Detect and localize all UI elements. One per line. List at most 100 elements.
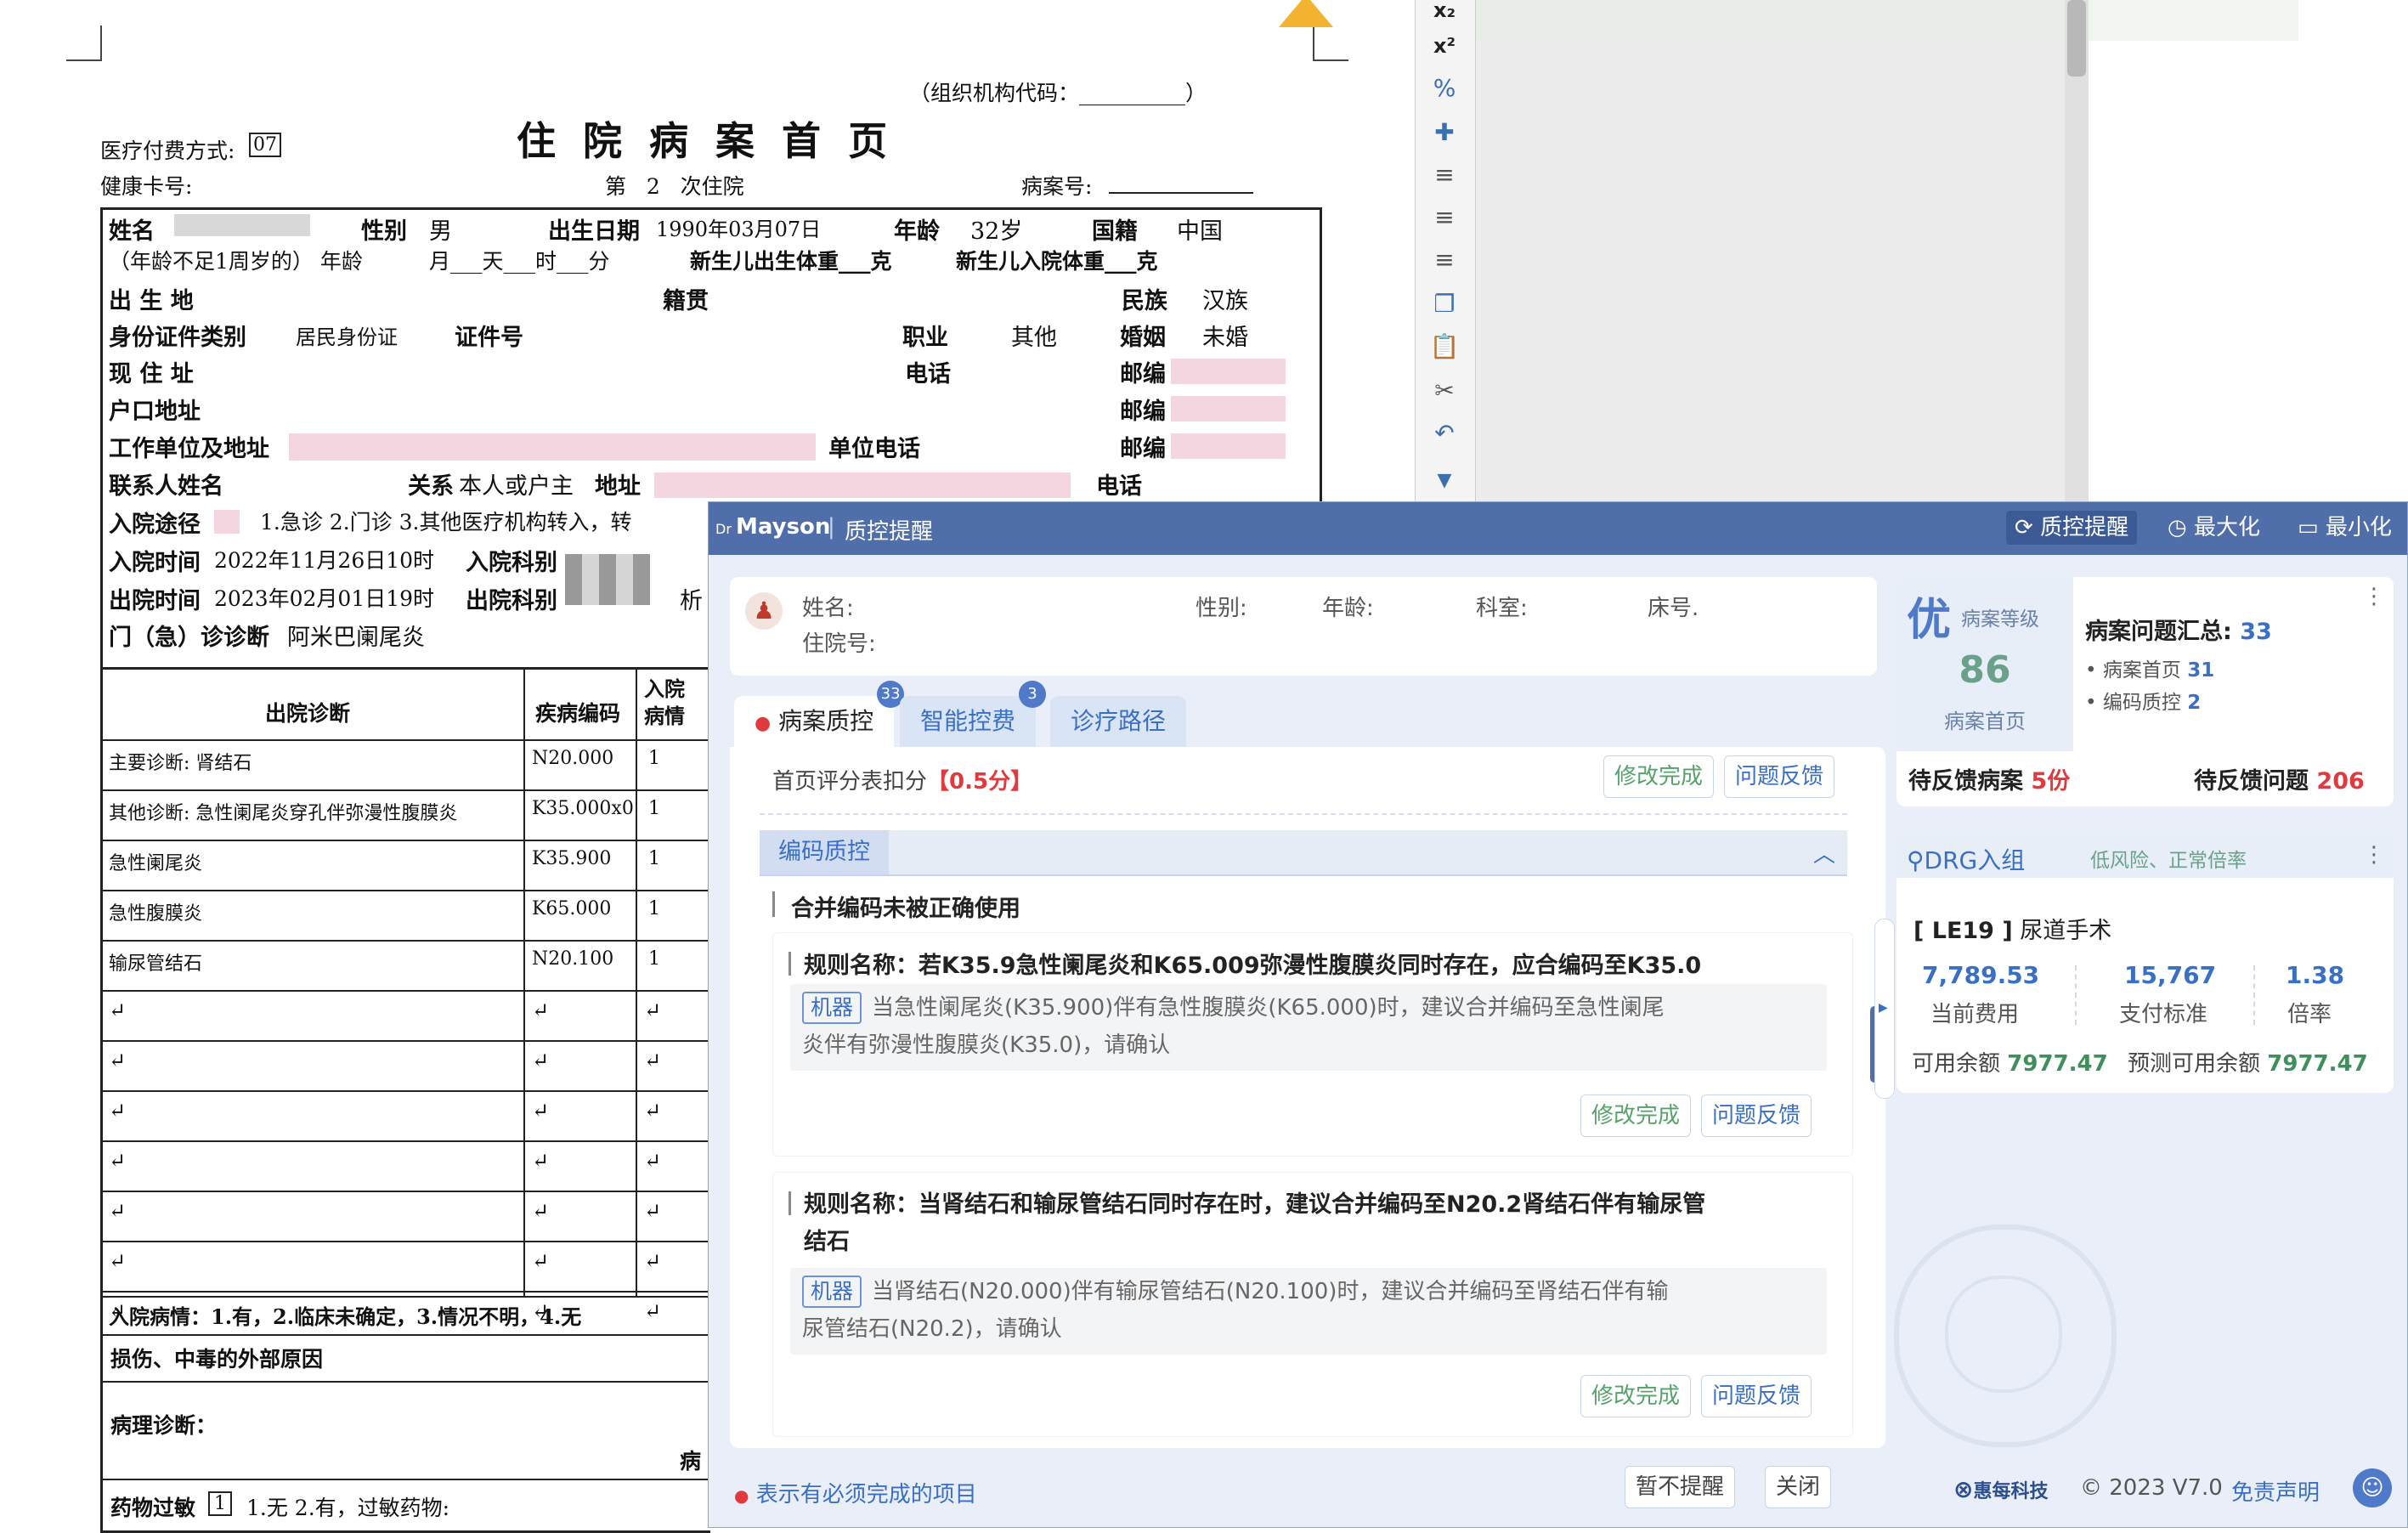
drg-standard: 15,767 — [2124, 961, 2217, 989]
drg-card: ⚲DRG入组 低风险、正常倍率 ⋮ [ LE19 ] 尿道手术 7,789.53… — [1896, 834, 2394, 1093]
tab-clinical-path[interactable]: 诊疗路径 — [1050, 696, 1187, 747]
admission-count: 第 2 次住院 — [605, 174, 744, 199]
caret-right-icon: ▶ — [1879, 1001, 1888, 1015]
diagnosis-name: 输尿管结石 — [109, 953, 203, 975]
paste-icon[interactable]: 📋 — [1429, 331, 1460, 362]
drg-risk-tag: 低风险、正常倍率 — [2090, 850, 2247, 872]
wheelchair-watermark-inner — [1945, 1276, 2062, 1393]
close-button[interactable]: 关闭 — [1765, 1466, 1832, 1508]
empty-cell: ↵ — [644, 1299, 662, 1323]
table-row: 急性阑尾炎 K35.900 1 — [100, 840, 708, 890]
arrow-down-icon[interactable]: ▼ — [1429, 466, 1460, 496]
qc-panel: Dr Mayson | 质控提醒 ⟳ 质控提醒 ◷ 最大化 ▭ 最小化 ♟ 姓名… — [708, 501, 2408, 1528]
table-row: 其他诊断: 急性阑尾炎穿孔伴弥漫性腹膜炎 K35.000x0 1 — [100, 789, 708, 840]
more-icon[interactable]: ⋮ — [2363, 842, 2385, 868]
pathology-label: 病理诊断： — [110, 1413, 218, 1438]
summary-item: • 编码质控 2 — [2085, 692, 2202, 714]
diagnosis-code: N20.000 — [532, 748, 614, 769]
undo-icon[interactable]: ↶ — [1429, 418, 1460, 449]
infant-age-units: 月___天___时___分 — [429, 249, 610, 274]
divider — [760, 813, 1847, 815]
feedback-button[interactable]: 问题反馈 — [1701, 1375, 1812, 1417]
diagnosis-code: N20.100 — [532, 948, 614, 970]
patient-dept-label: 科室: — [1476, 596, 1528, 621]
rule-title: 规则名称：若K35.9急性阑尾炎和K65.009弥漫性腹膜炎同时存在，应合编码至… — [804, 953, 1702, 979]
contact-phone-label: 电话 — [1096, 473, 1142, 500]
newborn-birth-weight: 新生儿出生体重___克 — [690, 249, 892, 274]
warning-icon[interactable] — [1279, 0, 1333, 27]
superscript-icon[interactable]: x² — [1429, 31, 1460, 61]
table-row: ↵ ↵ ↵ — [100, 990, 708, 1040]
ethnicity-value: 汉族 — [1202, 288, 1248, 314]
section-header[interactable]: 编码质控 ︿ — [760, 830, 1847, 876]
align-right-icon[interactable]: ≡ — [1429, 245, 1460, 275]
admit-route-box — [214, 510, 240, 534]
machine-tag: 机器 — [802, 1276, 862, 1308]
injury-label: 损伤、中毒的外部原因 — [110, 1347, 324, 1372]
modify-done-button[interactable]: 修改完成 — [1603, 755, 1715, 798]
percent-icon[interactable]: % — [1429, 73, 1460, 104]
drg-icon: ⚲ — [1907, 846, 1925, 874]
admit-dept-label: 入院科别 — [466, 550, 557, 576]
table-line — [100, 1479, 708, 1480]
drg-standard-label: 支付标准 — [2119, 1002, 2208, 1027]
marital-value: 未婚 — [1202, 325, 1248, 351]
modify-done-button[interactable]: 修改完成 — [1580, 1375, 1692, 1417]
admit-condition: 1 — [648, 948, 660, 970]
drg-ratio-label: 倍率 — [2287, 1002, 2332, 1027]
title-separator: | — [828, 514, 835, 540]
align-center-icon[interactable]: ≡ — [1429, 202, 1460, 233]
quality-score-label: 病案首页 — [1944, 710, 2026, 733]
id-type-value: 居民身份证 — [296, 325, 398, 349]
work-label: 工作单位及地址 — [109, 436, 269, 462]
minimize-button[interactable]: ▭ 最小化 — [2289, 511, 2400, 545]
snooze-button[interactable]: 暂不提醒 — [1625, 1466, 1736, 1508]
admit-condition: 1 — [648, 748, 660, 769]
empty-cell: ↵ — [109, 1049, 127, 1072]
quality-card: 优 病案等级 86 病案首页 病案问题汇总: 33 • 病案首页 31 • 编码… — [1896, 577, 2394, 806]
editor-scrollbar-thumb[interactable] — [2067, 0, 2086, 76]
cut-icon[interactable]: ✂ — [1429, 376, 1460, 406]
align-left-icon[interactable]: ≡ — [1429, 160, 1460, 190]
discharge-time-value: 2023年02月01日19时 — [214, 586, 435, 611]
table-row: 急性腹膜炎 K65.000 1 — [100, 890, 708, 940]
required-icon: ● — [755, 713, 772, 734]
redacted-postcode-2 — [1171, 396, 1286, 421]
more-icon[interactable]: ⋮ — [2363, 584, 2385, 609]
work-phone-label: 单位电话 — [828, 436, 920, 462]
collapse-handle[interactable]: ▶ — [1874, 919, 1895, 1099]
subscript-icon[interactable]: x₂ — [1429, 0, 1460, 25]
tab-case-qc[interactable]: ● 病案质控 33 — [734, 681, 905, 747]
modify-done-button[interactable]: 修改完成 — [1580, 1095, 1692, 1137]
machine-tag: 机器 — [802, 992, 862, 1024]
user-icon[interactable]: ☺ — [2353, 1468, 2392, 1508]
nationality-label: 国籍 — [1092, 218, 1138, 245]
drg-current-cost-label: 当前费用 — [1930, 1002, 2020, 1027]
empty-cell: ↵ — [532, 1249, 550, 1273]
chevron-up-icon[interactable]: ︿ — [1813, 837, 1835, 868]
empty-cell: ↵ — [644, 1149, 662, 1173]
maximize-button[interactable]: ◷ 最大化 — [2159, 511, 2269, 545]
qc-reminder-button[interactable]: ⟳ 质控提醒 — [2006, 511, 2138, 545]
admit-condition-note: 入院病情：1.有，2.临床未确定，3.情况不明，4.无 — [109, 1304, 582, 1329]
ethnicity-label: 民族 — [1122, 288, 1167, 314]
copy-icon[interactable]: ❐ — [1429, 289, 1460, 320]
tab-smart-cost[interactable]: 智能控费 3 — [900, 681, 1047, 747]
grade-label: 病案等级 — [1961, 608, 2039, 631]
newborn-admit-weight: 新生儿入院体重___克 — [956, 249, 1158, 274]
disclaimer-link[interactable]: 免责声明 — [2231, 1475, 2320, 1507]
record-no-label: 病案号: — [1021, 174, 1093, 199]
puzzle-icon[interactable]: ✚ — [1429, 117, 1460, 148]
patient-sex-label: 性别: — [1196, 596, 1247, 621]
drg-predicted: 预测可用余额 7977.47 — [2128, 1051, 2368, 1077]
diagnosis-code: K35.900 — [532, 848, 612, 869]
table-row: ↵ ↵ ↵ — [100, 1241, 708, 1291]
feedback-button[interactable]: 问题反馈 — [1701, 1095, 1812, 1137]
feedback-button[interactable]: 问题反馈 — [1724, 755, 1835, 798]
native-place-label: 籍贯 — [663, 288, 709, 314]
job-label: 职业 — [902, 325, 948, 351]
outpatient-diag-label: 门（急）诊诊断 — [109, 625, 269, 651]
patient-info-card: ♟ 姓名: 住院号: 性别: 年龄: 科室: 床号. — [730, 577, 1877, 676]
rule-marker — [789, 952, 791, 976]
org-code: （组织机构代码：__________） — [909, 81, 1207, 105]
